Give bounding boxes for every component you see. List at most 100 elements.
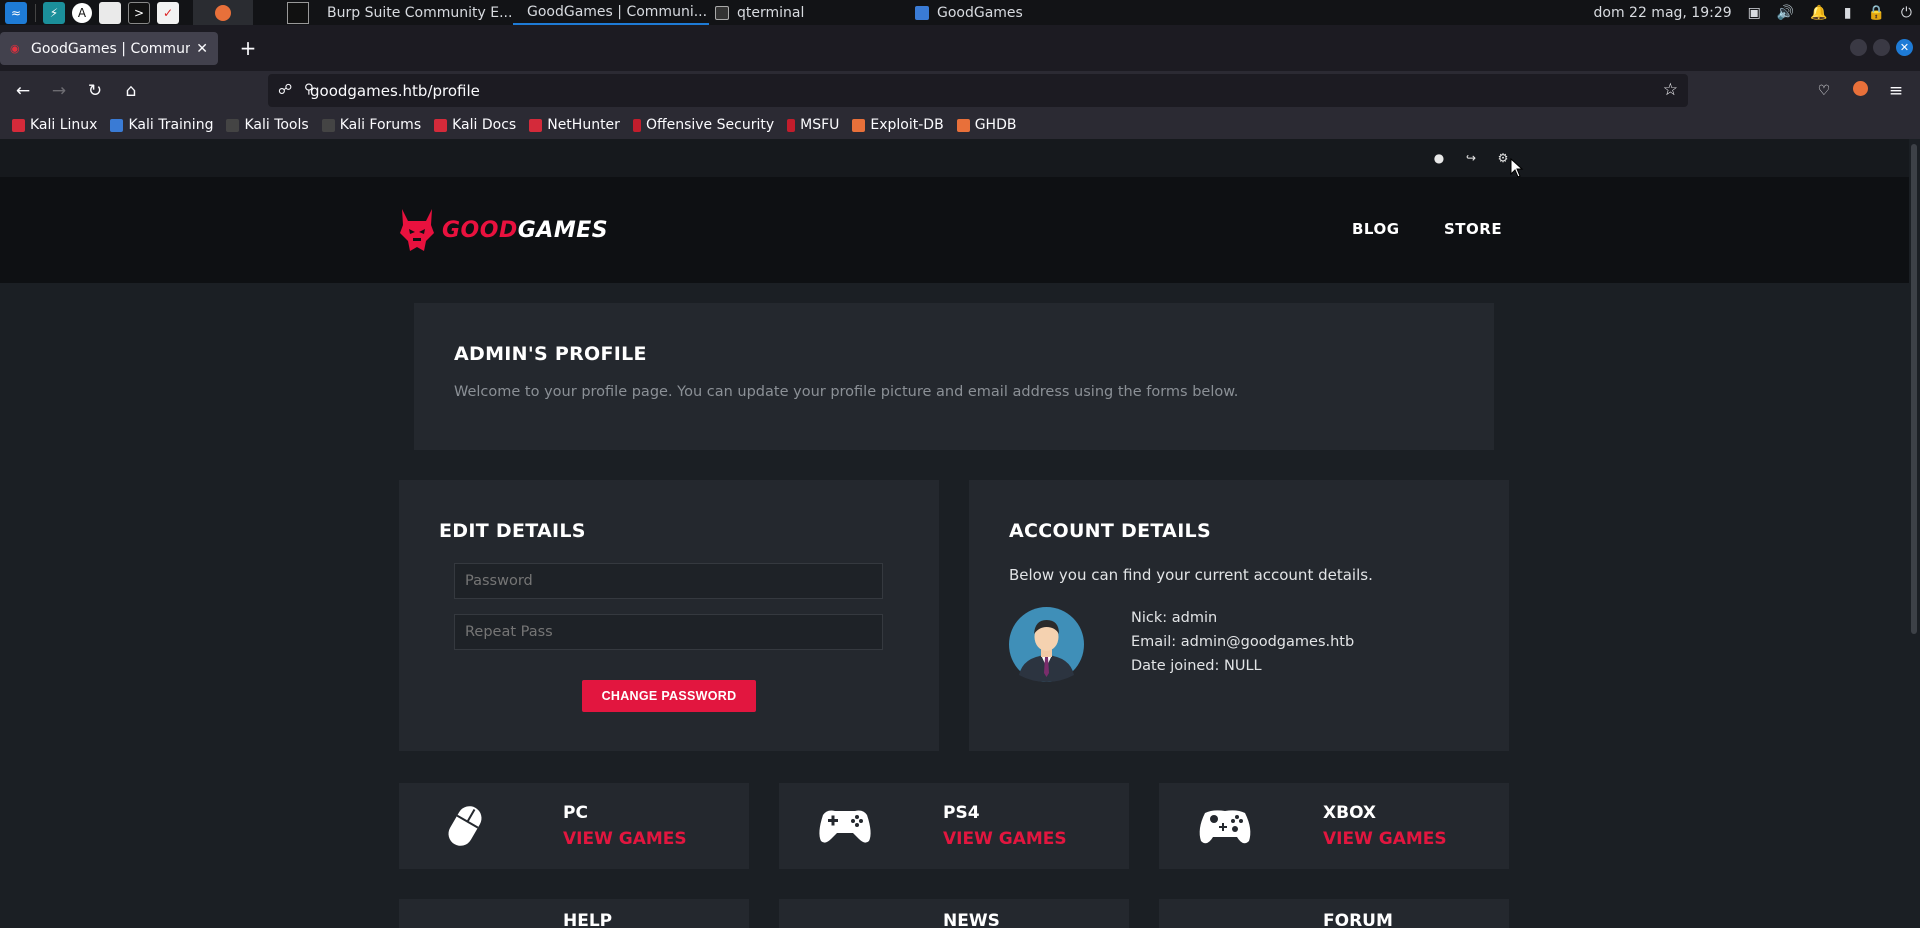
category-name: PC	[563, 803, 588, 823]
editor-launcher-icon[interactable]: ✓	[157, 1, 179, 24]
change-password-button[interactable]: CHANGE PASSWORD	[582, 680, 756, 712]
category-pc-card[interactable]: PC VIEW GAMES	[399, 783, 749, 869]
view-games-link[interactable]: VIEW GAMES	[943, 829, 1067, 849]
demon-logo-icon	[400, 209, 434, 251]
nethunter-icon	[529, 118, 543, 132]
category-news-card[interactable]: NEWS	[779, 899, 1129, 928]
display-icon[interactable]: ▣	[1748, 5, 1761, 21]
page-title: ADMIN'S PROFILE	[454, 343, 647, 365]
taskbar-window-burp[interactable]: Burp Suite Community E...	[313, 0, 513, 25]
site-logo[interactable]: GOODGAMES	[398, 207, 608, 253]
folder-icon	[915, 5, 929, 20]
page-info-icon[interactable]: ⚲	[304, 82, 314, 97]
address-bar[interactable]: ☍ ⚲ goodgames.htb/profile ☆	[268, 74, 1688, 107]
logout-icon[interactable]: ↪	[1463, 150, 1479, 166]
workspace-icon[interactable]	[287, 1, 309, 24]
file-manager-icon[interactable]	[99, 1, 121, 24]
terminal-launcher-icon[interactable]: >	[128, 1, 150, 24]
account-date-joined: Date joined: NULL	[1131, 658, 1262, 674]
settings-gear-icon[interactable]: ⚙	[1495, 150, 1511, 166]
bookmark-label: Exploit-DB	[870, 117, 944, 133]
bookmark-label: Kali Docs	[452, 117, 517, 133]
bookmark-item[interactable]: GHDB	[956, 117, 1016, 133]
category-name: HELP	[563, 911, 613, 928]
logo-word-games: GAMES	[517, 217, 609, 243]
nav-blog-link[interactable]: BLOG	[1352, 220, 1400, 238]
power-icon[interactable]: ⏻	[1901, 5, 1912, 21]
kali-menu-icon[interactable]: ≈	[5, 1, 27, 24]
close-tab-icon[interactable]: ✕	[196, 41, 208, 57]
system-tray: dom 22 mag, 19:29 ▣ 🔊 🔔 ▮ 🔒 ⏻	[1594, 0, 1913, 25]
bookmark-item[interactable]: Kali Docs	[434, 117, 516, 133]
taskbar-window-folder[interactable]: GoodGames	[909, 0, 1029, 25]
clock[interactable]: dom 22 mag, 19:29	[1594, 5, 1732, 21]
bookmark-label: Kali Tools	[244, 117, 309, 133]
forward-arrow-icon[interactable]: →	[47, 79, 71, 103]
bookmark-label: Offensive Security	[645, 117, 775, 133]
pocket-icon[interactable]: ♡	[1812, 79, 1836, 103]
profile-intro-panel: ADMIN'S PROFILE Welcome to your profile …	[414, 303, 1494, 450]
bookmark-item[interactable]: NetHunter	[529, 117, 620, 133]
taskbar-window-qterminal[interactable]: qterminal	[709, 0, 909, 25]
msfu-icon	[787, 118, 796, 132]
user-icon[interactable]: ●	[1431, 150, 1447, 166]
password-field[interactable]	[454, 563, 883, 599]
taskbar-window-label: qterminal	[737, 4, 805, 21]
back-arrow-icon[interactable]: ←	[11, 79, 35, 103]
bookmark-item[interactable]: Kali Linux	[12, 117, 97, 133]
taskbar-window-label: GoodGames | Communi...	[527, 3, 708, 20]
category-forum-card[interactable]: FORUM	[1159, 899, 1509, 928]
url-text[interactable]: goodgames.htb/profile	[310, 82, 480, 100]
minimize-window-button[interactable]	[1850, 39, 1867, 56]
nav-store-link[interactable]: STORE	[1444, 220, 1502, 238]
category-xbox-card[interactable]: XBOX VIEW GAMES	[1159, 783, 1509, 869]
bookmark-item[interactable]: Offensive Security	[632, 117, 775, 133]
taskbar-window-firefox[interactable]: GoodGames | Communi...	[513, 0, 709, 25]
firefox-launcher-icon[interactable]	[193, 0, 253, 25]
bookmark-label: Kali Forums	[339, 117, 422, 133]
category-help-card[interactable]: HELP	[399, 899, 749, 928]
bookmark-item[interactable]: Kali Forums	[321, 117, 422, 133]
lock-icon[interactable]: 🔒	[1867, 5, 1884, 21]
mouse-cursor-icon	[1510, 158, 1524, 178]
extension-icon[interactable]	[1848, 79, 1872, 103]
bookmark-label: NetHunter	[547, 117, 620, 133]
home-icon[interactable]: ⌂	[119, 79, 143, 103]
category-ps4-card[interactable]: PS4 VIEW GAMES	[779, 783, 1129, 869]
bookmark-item[interactable]: Kali Tools	[226, 117, 309, 133]
browser-tab-bar: ◉ GoodGames | Community ✕ + ✕	[0, 25, 1920, 71]
mouse-icon	[448, 806, 482, 846]
new-tab-plus-icon[interactable]: +	[236, 37, 260, 61]
account-details-panel: ACCOUNT DETAILS Below you can find your …	[969, 480, 1509, 751]
burp-launcher-icon[interactable]: ⚡	[43, 1, 65, 24]
notification-bell-icon[interactable]: 🔔	[1810, 5, 1827, 21]
scrollbar-thumb[interactable]	[1911, 144, 1917, 634]
avatar	[1009, 607, 1084, 682]
view-games-link[interactable]: VIEW GAMES	[1323, 829, 1447, 849]
page-scrollbar[interactable]	[1909, 139, 1920, 928]
app-launcher-icon[interactable]: A	[72, 2, 92, 23]
bookmark-item[interactable]: Kali Training	[110, 117, 213, 133]
close-window-icon[interactable]: ✕	[1896, 39, 1913, 56]
kali-tools-icon	[226, 118, 240, 132]
maximize-window-button[interactable]	[1873, 39, 1890, 56]
logo-wordmark: GOODGAMES	[442, 218, 608, 243]
category-name: NEWS	[943, 911, 1000, 928]
view-games-link[interactable]: VIEW GAMES	[563, 829, 687, 849]
bookmark-item[interactable]: Exploit-DB	[852, 117, 944, 133]
menu-hamburger-icon[interactable]: ≡	[1884, 79, 1908, 103]
battery-icon[interactable]: ▮	[1844, 5, 1852, 21]
logo-word-good: GOOD	[442, 217, 518, 243]
volume-icon[interactable]: 🔊	[1777, 5, 1794, 21]
tab-goodgames[interactable]: ◉ GoodGames | Community ✕	[0, 32, 218, 65]
repeat-password-field[interactable]	[454, 614, 883, 650]
bookmark-item[interactable]: MSFU	[787, 117, 839, 133]
kali-forums-icon	[321, 118, 335, 132]
category-name: PS4	[943, 803, 980, 823]
shield-icon[interactable]: ☍	[278, 82, 292, 98]
reload-icon[interactable]: ↻	[83, 79, 107, 103]
profile-description: Welcome to your profile page. You can up…	[454, 384, 1239, 400]
terminal-icon	[715, 5, 729, 20]
goodgames-favicon-icon: ◉	[10, 42, 20, 55]
bookmark-star-icon[interactable]: ☆	[1663, 80, 1678, 100]
